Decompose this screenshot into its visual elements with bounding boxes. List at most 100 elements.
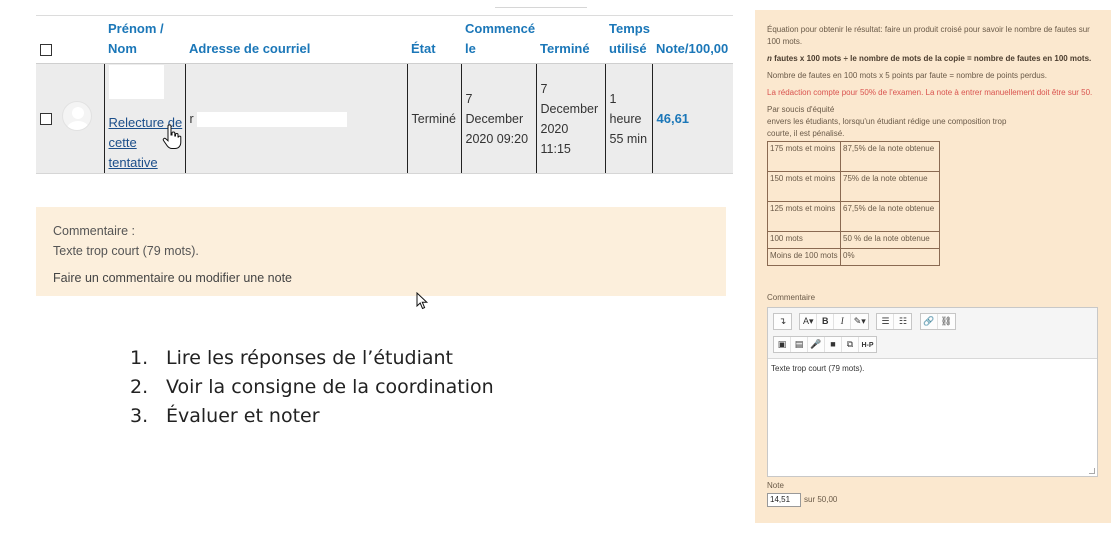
toolbar-row-2: ▣ ▤ 🎤 ■ ⧉ H-P xyxy=(773,336,1097,356)
toolbar-group: ☰ ☷ xyxy=(876,313,913,330)
video-camera-icon[interactable]: ■ xyxy=(825,337,842,352)
finished-column-header[interactable]: Terminé xyxy=(536,15,605,64)
rule-words: 175 mots et moins xyxy=(767,141,841,172)
microphone-icon[interactable]: 🎤 xyxy=(808,337,825,352)
toolbar-group: ↴ xyxy=(773,313,792,330)
review-link-line3: tentative xyxy=(108,154,158,170)
avatar[interactable] xyxy=(62,100,92,131)
finished-month: December xyxy=(540,101,599,116)
grade-field-row: 14,51 sur 50,00 xyxy=(767,493,1098,507)
review-link-line2: cette xyxy=(108,134,137,150)
comment-field-label: Commentaire xyxy=(767,293,816,302)
image-icon[interactable]: ▣ xyxy=(774,337,791,352)
started-year-time: 2020 09:20 xyxy=(465,131,529,146)
list-item: 1. Lire les réponses de l’étudiant xyxy=(130,344,494,373)
fairness-line3: courte, il est pénalisé. xyxy=(767,129,845,138)
comment-editor-content: Texte trop court (79 mots). xyxy=(771,364,865,373)
table-row: 125 mots et moins 67,5% de la note obtenu… xyxy=(767,201,940,232)
row-time-cell: 1 heure 55 min xyxy=(604,63,652,174)
rule-words: 150 mots et moins xyxy=(767,171,841,202)
row-email-cell: r xyxy=(184,63,407,174)
arrow-cursor-icon xyxy=(416,292,429,310)
paint-brush-icon[interactable]: ✎▾ xyxy=(851,314,868,329)
grade-value[interactable]: 46,61 xyxy=(657,111,690,126)
show-more-icon[interactable]: ↴ xyxy=(774,314,791,329)
time-hours: 1 xyxy=(609,91,617,106)
row-finished-cell: 7 December 2020 11:15 xyxy=(535,63,605,174)
toolbar-row-1: ↴ A▾ B I ✎▾ ☰ ☷ 🔗 ⛓ xyxy=(773,313,1097,333)
step-text: Évaluer et noter xyxy=(166,405,320,427)
redacted-email xyxy=(197,111,348,127)
unlink-icon[interactable]: ⛓ xyxy=(938,314,955,329)
list-item: 3. Évaluer et noter xyxy=(130,402,494,431)
table-row: Relecture de cette tentative r Terminé 7… xyxy=(36,63,733,174)
started-day: 7 xyxy=(465,91,473,106)
formula-text: fautes x 100 mots ÷ le nombre de mots de… xyxy=(771,54,1092,63)
numbered-list-icon[interactable]: ☷ xyxy=(894,314,911,329)
penalty-rules-table: 175 mots et moins 87,5% de la note obtenu… xyxy=(767,141,940,266)
grade-max-label: sur 50,00 xyxy=(804,495,838,504)
comment-text-area[interactable]: Texte trop court (79 mots). xyxy=(768,359,1097,476)
row-state-cell: Terminé xyxy=(406,63,461,174)
state-header-label: État xyxy=(411,41,436,56)
email-column-header[interactable]: Adresse de courriel xyxy=(185,15,407,64)
row-select-cell xyxy=(36,63,58,174)
row-checkbox[interactable] xyxy=(40,113,52,126)
step-number: 3. xyxy=(130,405,149,427)
rule-grade: 50 % de la note obtenue xyxy=(840,231,940,249)
rule-grade: 87,5% de la note obtenue xyxy=(840,141,940,172)
toolbar-group: 🔗 ⛓ xyxy=(919,313,956,330)
table-header: Prénom / Nom Adresse de courriel État Co… xyxy=(36,15,733,64)
edit-comment-link[interactable]: Faire un commentaire ou modifier une not… xyxy=(53,268,709,288)
step-text: Lire les réponses de l’étudiant xyxy=(166,347,453,369)
bullet-list-icon[interactable]: ☰ xyxy=(877,314,895,329)
finished-day: 7 xyxy=(540,81,548,96)
italic-icon[interactable]: I xyxy=(834,314,852,329)
avatar-column-header xyxy=(58,15,104,64)
row-state: Terminé xyxy=(411,111,456,126)
started-column-header[interactable]: Commencé le xyxy=(461,15,536,64)
font-style-icon[interactable]: A▾ xyxy=(800,314,818,329)
name-column-header[interactable]: Prénom / Nom xyxy=(104,15,185,64)
time-unit: heure xyxy=(609,111,642,126)
finished-time: 11:15 xyxy=(540,141,571,156)
state-column-header[interactable]: État xyxy=(407,15,461,64)
select-all-checkbox[interactable] xyxy=(40,43,52,56)
editor-toolbar: ↴ A▾ B I ✎▾ ☰ ☷ 🔗 ⛓ ▣ ▤ 🎤 ■ ⧉ H-P xyxy=(768,308,1097,359)
h5p-icon[interactable]: H-P xyxy=(859,338,876,353)
started-month: December xyxy=(465,111,524,126)
grade-header-label: Note/100,00 xyxy=(656,41,729,56)
feedback-text: Texte trop court (79 mots). xyxy=(53,244,199,258)
step-text: Voir la consigne de la coordination xyxy=(166,376,494,398)
equation-text: Équation pour obtenir le résultat: faire… xyxy=(767,25,1090,46)
step-number: 2. xyxy=(130,376,149,398)
time-column-header[interactable]: Temps utilisé xyxy=(605,15,652,64)
resize-handle-icon[interactable] xyxy=(1089,468,1095,474)
fairness-line1: Par soucis d'équité xyxy=(767,105,835,114)
table-row: 150 mots et moins 75% de la note obtenue xyxy=(767,171,940,202)
hand-cursor-icon xyxy=(162,124,182,149)
fairness-line2: envers les étudiants, lorsqu'un étudiant… xyxy=(767,117,1007,126)
toolbar-group: A▾ B I ✎▾ xyxy=(799,313,870,330)
email-header-label: Adresse de courriel xyxy=(189,41,311,56)
copy-icon[interactable]: ⧉ xyxy=(842,337,859,352)
started-header-line1: Commencé xyxy=(465,21,536,36)
table-row: 100 mots 50 % de la note obtenue xyxy=(767,231,940,249)
link-icon[interactable]: 🔗 xyxy=(921,314,938,329)
rule-words: Moins de 100 mots xyxy=(767,248,841,266)
grading-panel: Équation pour obtenir le résultat: faire… xyxy=(755,10,1111,523)
email-prefix: r xyxy=(189,111,194,126)
grade-column-header[interactable]: Note/100,00 xyxy=(652,15,733,64)
grade-input[interactable]: 14,51 xyxy=(767,493,801,507)
started-header-line2: le xyxy=(465,41,476,56)
feedback-box: Commentaire : Texte trop court (79 mots)… xyxy=(36,207,726,296)
rule-words: 125 mots et moins xyxy=(767,201,841,232)
media-icon[interactable]: ▤ xyxy=(791,337,808,352)
row-grade-cell: 46,61 xyxy=(651,63,733,174)
attempts-table: Prénom / Nom Adresse de courriel État Co… xyxy=(36,15,733,174)
name-header-line1: Prénom / xyxy=(108,21,164,36)
select-all-cell xyxy=(36,15,58,64)
comment-editor: ↴ A▾ B I ✎▾ ☰ ☷ 🔗 ⛓ ▣ ▤ 🎤 ■ ⧉ H-P Texte trop court… xyxy=(767,307,1098,477)
bold-icon[interactable]: B xyxy=(817,314,835,329)
redacted-name xyxy=(108,64,164,99)
